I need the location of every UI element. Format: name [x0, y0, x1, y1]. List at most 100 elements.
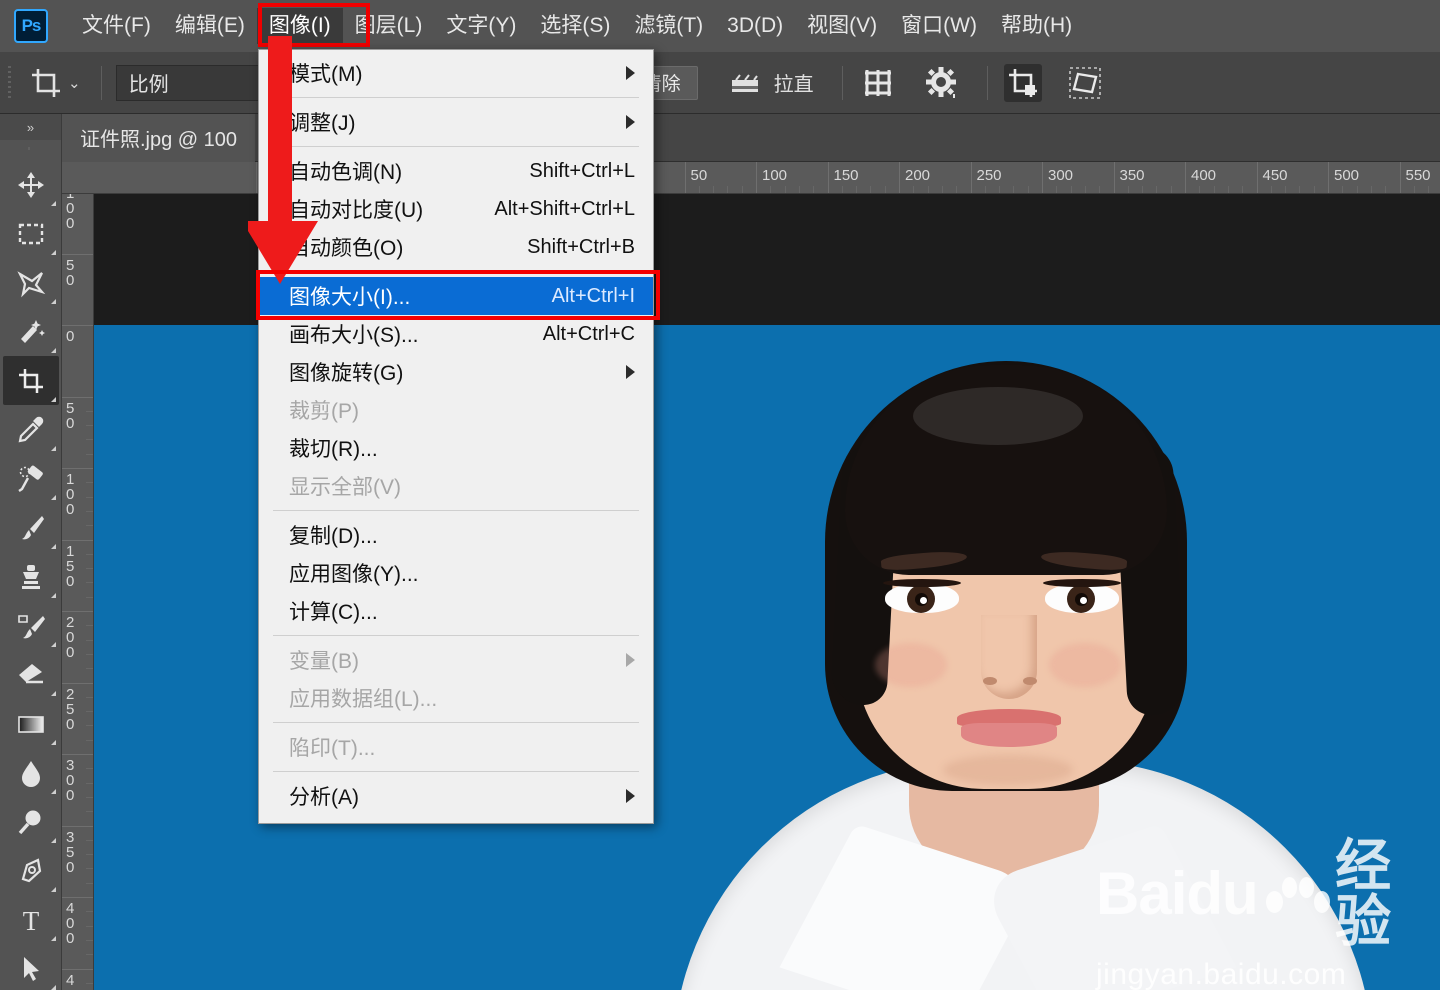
- menu-item-label: 变量(B): [289, 650, 359, 673]
- ruler-label: 450: [1262, 167, 1288, 184]
- perspective-crop-icon[interactable]: [1066, 64, 1104, 102]
- eyedropper-tool-icon[interactable]: [3, 405, 59, 454]
- dodge-tool-icon[interactable]: [3, 797, 59, 846]
- menu-filter[interactable]: 滤镜(T): [622, 8, 715, 43]
- straighten-icon[interactable]: [726, 64, 764, 102]
- lower-lip: [961, 723, 1057, 747]
- move-tool-icon[interactable]: [3, 160, 59, 209]
- menu-item-calculations[interactable]: 计算(C)...: [259, 592, 653, 630]
- double-chevron-right-icon[interactable]: »: [0, 114, 61, 140]
- ruler-label: 200: [66, 614, 75, 661]
- crop-tool-icon[interactable]: [2, 356, 59, 405]
- vertical-ruler[interactable]: 100 50 0 50 100 150 200 250 300 350 400 450: [62, 194, 94, 990]
- submenu-arrow-icon: [626, 653, 635, 667]
- menu-window[interactable]: 窗口(W): [889, 8, 989, 43]
- iris-left: [907, 585, 935, 613]
- menu-item-apply-image[interactable]: 应用图像(Y)...: [259, 554, 653, 592]
- document-tab[interactable]: 证件照.jpg @ 100: [62, 113, 256, 162]
- menu-item-label: 显示全部(V): [289, 476, 401, 499]
- pupil-right: [1075, 593, 1088, 606]
- ruler-label: 250: [976, 167, 1002, 184]
- crop-tool-icon[interactable]: [26, 63, 66, 103]
- ruler-label: 350: [66, 828, 75, 876]
- menu-item-label: 裁剪(P): [289, 400, 359, 423]
- ruler-label: 250: [66, 685, 75, 733]
- iris-right: [1067, 585, 1095, 613]
- menu-file[interactable]: 文件(F): [70, 8, 163, 43]
- menu-item-label: 裁切(R)...: [289, 438, 378, 461]
- menu-help[interactable]: 帮助(H): [989, 8, 1084, 43]
- straighten-label[interactable]: 拉直: [774, 68, 814, 97]
- photoshop-window: Ps 文件(F) 编辑(E) 图像(I) 图层(L) 文字(Y) 选择(S) 滤镜(T) 3D…: [0, 0, 1440, 990]
- ruler-label: 300: [1048, 167, 1074, 184]
- menu-item-apply-data-set: 应用数据组(L)...: [259, 679, 653, 717]
- divider: [100, 65, 102, 100]
- crop-ratio-value: 比例: [128, 74, 169, 96]
- menu-edit[interactable]: 编辑(E): [163, 8, 257, 43]
- menu-select[interactable]: 选择(S): [528, 8, 622, 43]
- document-tab-title: 证件照.jpg @ 100: [80, 129, 238, 151]
- menu-item-analysis[interactable]: 分析(A): [259, 777, 653, 815]
- brush-tool-icon[interactable]: [3, 503, 59, 552]
- eyelid-right: [1043, 579, 1121, 587]
- gear-icon[interactable]: [923, 64, 961, 102]
- tools-panel-grip[interactable]: [0, 140, 61, 156]
- menu-item-trim[interactable]: 裁切(R)...: [259, 429, 653, 467]
- tool-flyout-triangle-icon: [50, 593, 56, 598]
- ruler-label: 100: [762, 167, 788, 184]
- blur-tool-icon[interactable]: [3, 748, 59, 797]
- marquee-tool-icon[interactable]: [3, 209, 59, 258]
- tool-flyout-triangle-icon: [50, 838, 56, 843]
- menu-view[interactable]: 视图(V): [795, 8, 889, 43]
- history-brush-tool-icon[interactable]: [3, 601, 59, 650]
- ruler-label: 200: [905, 167, 931, 184]
- chin-shadow: [943, 755, 1073, 785]
- pen-tool-icon[interactable]: [3, 846, 59, 895]
- menu-item-label: 计算(C)...: [289, 601, 378, 624]
- eyelid-left: [883, 579, 961, 587]
- submenu-arrow-icon: [626, 66, 635, 80]
- grid-overlay-icon[interactable]: [859, 64, 897, 102]
- menu-item-reveal-all: 显示全部(V): [259, 467, 653, 505]
- crop-preset-chevron-icon[interactable]: ⌄: [68, 74, 81, 92]
- baidu-paw-icon: [1260, 873, 1330, 919]
- path-selection-tool-icon[interactable]: [3, 944, 59, 990]
- menu-item-shortcut: Shift+Ctrl+B: [527, 235, 635, 258]
- watermark: Baidu 经验 jingyan.baidu.com: [1096, 838, 1440, 990]
- tool-flyout-triangle-icon: [50, 789, 56, 794]
- tool-flyout-triangle-icon: [50, 348, 56, 353]
- options-bar-grip[interactable]: [8, 65, 18, 100]
- eraser-tool-icon[interactable]: [3, 650, 59, 699]
- quick-selection-tool-icon[interactable]: [3, 307, 59, 356]
- menu-item-duplicate[interactable]: 复制(D)...: [259, 516, 653, 554]
- eye-right: [1045, 583, 1119, 613]
- red-arrow-annotation: [242, 36, 358, 286]
- menu-item-label: 画布大小(S)...: [289, 324, 419, 347]
- ruler-label: 0: [66, 328, 75, 345]
- healing-brush-tool-icon[interactable]: [3, 454, 59, 503]
- menu-item-image-rotation[interactable]: 图像旋转(G): [259, 353, 653, 391]
- svg-text:T: T: [22, 906, 39, 935]
- cheek-right: [1049, 643, 1121, 687]
- menu-item-shortcut: Alt+Ctrl+C: [542, 322, 635, 345]
- menu-item-trap: 陷印(T)...: [259, 728, 653, 766]
- clone-stamp-tool-icon[interactable]: [3, 552, 59, 601]
- type-tool-icon[interactable]: T: [3, 895, 59, 944]
- gradient-tool-icon[interactable]: [3, 699, 59, 748]
- tool-flyout-triangle-icon: [50, 691, 56, 696]
- menu-item-label: 应用数据组(L)...: [289, 688, 438, 711]
- watermark-suffix: 经验: [1335, 834, 1392, 953]
- menu-item-canvas-size[interactable]: 画布大小(S)... Alt+Ctrl+C: [259, 315, 653, 353]
- lasso-tool-icon[interactable]: [3, 258, 59, 307]
- menu-item-label: 复制(D)...: [289, 525, 378, 548]
- menu-3d[interactable]: 3D(D): [715, 8, 795, 43]
- eye-left: [885, 583, 959, 613]
- eye-glint-right: [1080, 597, 1087, 604]
- menu-item-label: 分析(A): [289, 786, 359, 809]
- crop-content-aware-icon[interactable]: [1003, 63, 1042, 102]
- menu-type[interactable]: 文字(Y): [434, 8, 528, 43]
- menu-separator: [273, 510, 639, 511]
- watermark-brand: Baidu: [1096, 860, 1259, 927]
- ruler-label: 350: [1119, 167, 1145, 184]
- tool-flyout-triangle-icon: [50, 985, 56, 990]
